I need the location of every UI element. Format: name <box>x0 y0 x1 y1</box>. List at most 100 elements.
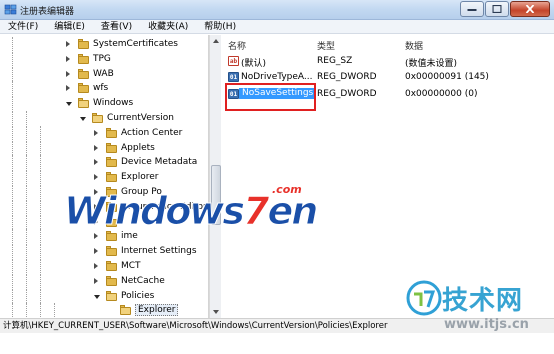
folder-icon <box>78 39 89 49</box>
tree-item[interactable]: Explorer <box>0 303 208 318</box>
folder-icon <box>78 68 89 79</box>
expand-arrow-icon[interactable] <box>94 129 98 136</box>
folder-icon <box>106 290 117 301</box>
folder-icon <box>106 172 117 183</box>
tree-item-label: Explorer <box>121 172 159 183</box>
tree-item[interactable]: WAB <box>0 66 208 81</box>
tree-scrollbar[interactable] <box>209 35 221 318</box>
value-type: REG_SZ <box>317 56 353 66</box>
value-data: 0x00000091 (145) <box>405 72 489 82</box>
watermark-logo-text: Windows7en <box>63 189 319 234</box>
tree-item[interactable]: Applets <box>0 140 208 155</box>
column-header-type[interactable]: 类型 <box>317 39 335 52</box>
value-type: REG_DWORD <box>317 89 377 99</box>
folder-icon <box>120 305 131 316</box>
value-data: (数值未设置) <box>405 59 458 69</box>
itjs-watermark: 技术网 www.itjs.cn <box>404 276 552 338</box>
menu-view[interactable]: 查看(V) <box>93 20 140 33</box>
maximize-button[interactable] <box>485 1 509 17</box>
tree-item-label: TPG <box>93 53 111 64</box>
close-button[interactable] <box>510 1 550 17</box>
tree-item-label: Action Center <box>121 127 183 138</box>
folder-icon <box>106 142 117 153</box>
expand-arrow-icon[interactable] <box>66 55 70 62</box>
value-row[interactable]: ab (默认) REG_SZ (数值未设置) <box>222 53 554 69</box>
tree-item-label: CurrentVersion <box>107 113 174 123</box>
collapse-arrow-icon[interactable] <box>94 294 100 299</box>
value-name: NoDriveTypeA... <box>241 72 313 82</box>
value-data: 0x00000000 (0) <box>405 89 478 99</box>
tree-item[interactable]: Windows <box>0 96 208 111</box>
expand-arrow-icon[interactable] <box>66 70 70 77</box>
expand-arrow-icon[interactable] <box>66 41 70 47</box>
folder-icon <box>106 127 117 138</box>
tree-item-label: wfs <box>93 83 109 94</box>
watermark-suffix: en <box>267 189 319 234</box>
tree-item[interactable]: MCT <box>0 259 208 273</box>
tree-item-label: NetCache <box>121 275 165 286</box>
expand-arrow-icon[interactable] <box>94 263 98 269</box>
collapse-arrow-icon[interactable] <box>80 117 86 121</box>
folder-icon <box>78 53 89 64</box>
folder-icon <box>106 275 117 286</box>
expand-arrow-icon[interactable] <box>94 248 98 255</box>
tree-item[interactable]: Action Center <box>0 125 208 140</box>
folder-icon <box>106 157 117 168</box>
expand-arrow-icon[interactable] <box>66 85 70 92</box>
folder-icon <box>78 83 89 94</box>
expand-arrow-icon[interactable] <box>94 159 98 166</box>
watermark-url: www.itjs.cn <box>444 317 529 332</box>
tree-item[interactable]: Internet Settings <box>0 244 208 259</box>
expand-arrow-icon[interactable] <box>94 277 98 284</box>
window-title: 注册表编辑器 <box>20 7 75 17</box>
tree-item-label: Policies <box>121 290 155 301</box>
dword-value-icon: 01 <box>228 72 239 82</box>
tree-item[interactable]: Policies <box>0 288 208 303</box>
menu-file[interactable]: 文件(F) <box>0 20 46 33</box>
tree-item[interactable]: Device Metadata <box>0 155 208 170</box>
tree-item[interactable]: TPG <box>0 51 208 66</box>
highlight-box <box>225 83 316 111</box>
tree-item-label: Explorer <box>135 304 179 317</box>
tree-item[interactable]: wfs <box>0 81 208 96</box>
value-type: REG_DWORD <box>317 72 377 82</box>
column-header-name[interactable]: 名称 <box>228 39 246 52</box>
tree-item-label: MCT <box>121 261 141 271</box>
menu-edit[interactable]: 编辑(E) <box>46 20 93 33</box>
watermark-number: 7 <box>243 189 271 234</box>
watermark-tech-text: 技术网 <box>442 286 524 316</box>
tree-item[interactable]: SystemCertificates <box>0 37 208 51</box>
tree-item-label: Windows <box>93 98 134 109</box>
minimize-icon <box>467 9 477 11</box>
string-value-icon: ab <box>228 56 239 66</box>
tree-item[interactable]: CurrentVersion <box>0 111 208 125</box>
tree-item-label: WAB <box>93 68 114 79</box>
tree-item-label: Internet Settings <box>121 246 197 257</box>
menu-help[interactable]: 帮助(H) <box>196 20 244 33</box>
tree-item-label: Device Metadata <box>121 157 198 168</box>
registry-key-tree[interactable]: SystemCertificates TPG WAB wfs Windows Curren… <box>0 35 209 318</box>
tree-item[interactable]: NetCache <box>0 273 208 288</box>
collapse-arrow-icon[interactable] <box>66 102 72 107</box>
menu-favorites[interactable]: 收藏夹(A) <box>140 20 196 33</box>
itjs-logo-icon <box>406 280 442 316</box>
folder-icon <box>106 261 117 271</box>
folder-icon <box>78 98 89 109</box>
column-header-data[interactable]: 数据 <box>405 39 423 52</box>
folder-icon <box>92 113 103 123</box>
watermark-prefix: Windows <box>63 189 245 234</box>
folder-icon <box>106 246 117 257</box>
maximize-icon <box>492 5 502 13</box>
windows7en-watermark: .com Windows7en <box>63 183 332 237</box>
menu-bar: 文件(F) 编辑(E) 查看(V) 收藏夹(A) 帮助(H) <box>0 20 554 34</box>
value-name: (默认) <box>241 59 267 69</box>
expand-arrow-icon[interactable] <box>94 174 98 181</box>
expand-arrow-icon[interactable] <box>94 144 98 151</box>
scroll-down-icon[interactable] <box>213 310 219 314</box>
close-icon <box>525 5 535 13</box>
registry-editor-icon <box>4 4 17 15</box>
status-path: 计算机\HKEY_CURRENT_USER\Software\Microsoft… <box>3 321 388 331</box>
minimize-button[interactable] <box>460 1 484 17</box>
scroll-up-icon[interactable] <box>213 39 219 43</box>
tree-item-label: SystemCertificates <box>93 39 178 49</box>
